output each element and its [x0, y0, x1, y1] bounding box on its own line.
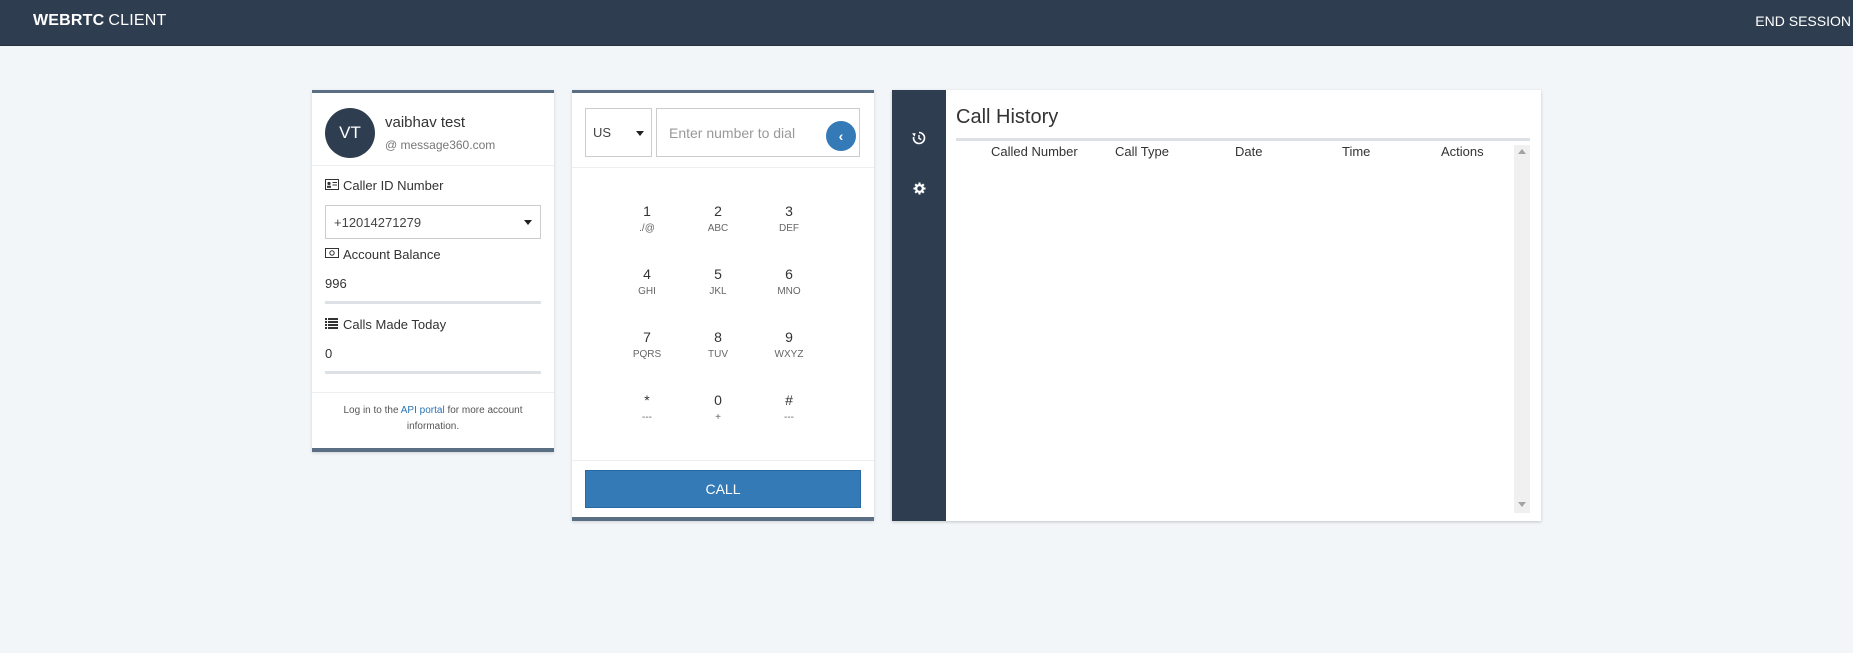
- caller-id-select[interactable]: +12014271279: [325, 205, 541, 239]
- list-icon: [325, 317, 339, 332]
- country-select[interactable]: US: [585, 108, 652, 157]
- call-history-title: Call History: [956, 106, 1059, 128]
- key-digit: 0: [714, 392, 722, 408]
- balance-value: 996: [325, 276, 347, 291]
- money-icon: [325, 248, 339, 261]
- end-session-link[interactable]: END SESSION: [1755, 13, 1851, 29]
- title-divider: [956, 138, 1530, 141]
- key-letters: PQRS: [632, 349, 662, 360]
- avatar: VT: [325, 108, 375, 158]
- chevron-left-icon: ‹: [838, 128, 844, 144]
- dialer-panel: US ‹ 1 ./@ 2 ABC 3 DEF 4 GHI 5 JKL 6 MNO 7 PQRS…: [572, 90, 874, 521]
- id-card-icon: [325, 178, 339, 193]
- calls-today-label-text: Calls Made Today: [343, 317, 447, 332]
- account-panel: VT vaibhav test @ message360.com Caller …: [312, 90, 554, 452]
- account-name: vaibhav test: [385, 114, 466, 131]
- caller-id-label-text: Caller ID Number: [343, 178, 444, 193]
- scroll-up-arrow-icon[interactable]: [1518, 149, 1526, 154]
- key-letters: MNO: [777, 286, 801, 297]
- key-letters: +: [715, 412, 721, 423]
- call-button[interactable]: CALL: [585, 470, 861, 508]
- backspace-button[interactable]: ‹: [826, 121, 856, 151]
- column-header-called-number: Called Number: [991, 144, 1078, 159]
- settings-tab[interactable]: [892, 168, 946, 208]
- call-history-panel: Call History Called Number Call Type Dat…: [892, 90, 1541, 521]
- key-2[interactable]: 2 ABC: [688, 203, 748, 253]
- history-sidebar: [892, 90, 946, 521]
- country-value: US: [593, 125, 612, 140]
- gear-icon: [912, 179, 926, 196]
- key-letters: DEF: [779, 223, 799, 234]
- key-3[interactable]: 3 DEF: [759, 203, 819, 253]
- dialer-header: US ‹: [572, 93, 874, 168]
- key-digit: 9: [785, 329, 793, 345]
- key-letters: WXYZ: [774, 349, 804, 360]
- column-header-time: Time: [1342, 144, 1371, 159]
- footer-prefix: Log in to the: [343, 405, 401, 416]
- key-9[interactable]: 9 WXYZ: [759, 329, 819, 379]
- caller-id-label: Caller ID Number: [325, 178, 443, 193]
- history-scrollbar[interactable]: [1514, 145, 1530, 513]
- key-letters: ABC: [707, 223, 729, 234]
- key-7[interactable]: 7 PQRS: [617, 329, 677, 379]
- column-header-actions: Actions: [1441, 144, 1484, 159]
- key-digit: 5: [714, 266, 722, 282]
- calls-divider: [325, 371, 541, 374]
- key-digit: 4: [643, 266, 651, 282]
- key-letters: JKL: [709, 286, 727, 297]
- key-4[interactable]: 4 GHI: [617, 266, 677, 316]
- balance-divider: [325, 301, 541, 304]
- key-digit: 1: [643, 203, 651, 219]
- history-icon: [912, 129, 926, 146]
- key-digit: 6: [785, 266, 793, 282]
- account-domain: @ message360.com: [385, 138, 496, 152]
- caller-id-value: +12014271279: [334, 215, 422, 230]
- caret-down-icon: [524, 220, 532, 225]
- key-digit: 7: [643, 329, 651, 345]
- key-letters: GHI: [638, 286, 656, 297]
- key-digit: 8: [714, 329, 722, 345]
- balance-label: Account Balance: [325, 247, 441, 262]
- key-hash[interactable]: # ---: [759, 392, 819, 442]
- key-letters: ---: [784, 412, 794, 423]
- key-star[interactable]: * ---: [617, 392, 677, 442]
- balance-label-text: Account Balance: [343, 247, 441, 262]
- brand-light: CLIENT: [108, 12, 167, 29]
- key-digit: *: [644, 392, 650, 408]
- app-brand: WEBRTC CLIENT: [33, 12, 167, 30]
- caret-down-icon: [636, 131, 644, 136]
- calls-today-label: Calls Made Today: [325, 317, 446, 332]
- key-letters: ./@: [639, 223, 655, 234]
- key-5[interactable]: 5 JKL: [688, 266, 748, 316]
- column-header-call-type: Call Type: [1115, 144, 1169, 159]
- top-navbar: WEBRTC CLIENT END SESSION: [0, 0, 1853, 46]
- key-1[interactable]: 1 ./@: [617, 203, 677, 253]
- key-digit: 3: [785, 203, 793, 219]
- account-header: VT vaibhav test @ message360.com: [312, 93, 554, 166]
- api-portal-link[interactable]: API portal: [401, 405, 445, 416]
- key-8[interactable]: 8 TUV: [688, 329, 748, 379]
- key-6[interactable]: 6 MNO: [759, 266, 819, 316]
- history-tab[interactable]: [892, 118, 946, 158]
- key-digit: #: [785, 392, 793, 408]
- scroll-down-arrow-icon[interactable]: [1518, 502, 1526, 507]
- dialer-footer-divider: [572, 460, 874, 461]
- key-digit: 2: [714, 203, 722, 219]
- column-header-date: Date: [1235, 144, 1263, 159]
- brand-strong: WEBRTC: [33, 12, 105, 29]
- key-0[interactable]: 0 +: [688, 392, 748, 442]
- account-footer-note: Log in to the API portal for more accoun…: [312, 392, 554, 435]
- key-letters: TUV: [708, 349, 728, 360]
- calls-today-value: 0: [325, 346, 333, 361]
- key-letters: ---: [642, 412, 652, 423]
